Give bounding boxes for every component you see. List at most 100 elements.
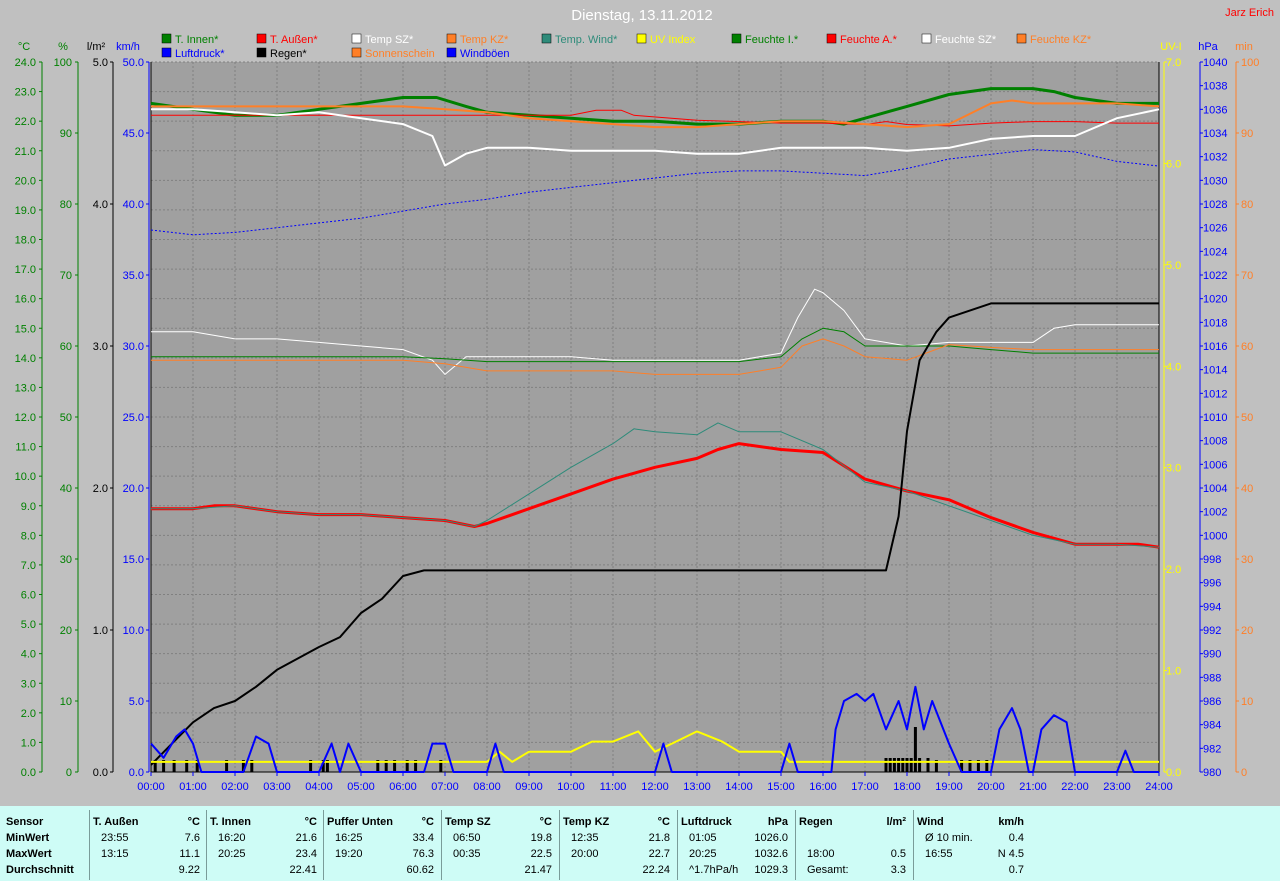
pressure-tick-label: 984 <box>1203 720 1221 732</box>
temp-tick-label: 12.0 <box>15 412 36 424</box>
rain-tick-label: 3.0 <box>93 341 108 353</box>
stats-value: 9.22 <box>178 864 200 876</box>
stats-time: 16:55 <box>925 848 953 860</box>
temp-tick-label: 15.0 <box>15 323 36 335</box>
time-tick-label: 00:00 <box>137 781 165 793</box>
weather-chart: Dienstag, 13.11.2012 Jarz Erich T. Innen… <box>15 7 1274 793</box>
sun-tick-label: 80 <box>1241 199 1253 211</box>
rain-tick-label: 4.0 <box>93 199 108 211</box>
row-label-avg: Durchschnitt <box>6 864 74 876</box>
pressure-tick-label: 1020 <box>1203 294 1227 306</box>
temp-tick-label: 17.0 <box>15 264 36 276</box>
stats-sensor-name: Regen <box>799 816 833 828</box>
stats-value: 1032.6 <box>754 848 788 860</box>
legend-swatch <box>446 33 457 44</box>
time-tick-label: 13:00 <box>683 781 711 793</box>
pressure-tick-label: 988 <box>1203 672 1221 684</box>
stats-unit: l/m² <box>886 816 906 828</box>
rain-tick-label: 5.0 <box>93 57 108 69</box>
stats-time: 01:05 <box>689 832 717 844</box>
sun-tick-label: 20 <box>1241 625 1253 637</box>
time-tick-label: 07:00 <box>431 781 459 793</box>
legend-swatch <box>351 47 362 58</box>
legend-swatch <box>161 33 172 44</box>
legend-label: Temp. Wind* <box>555 34 618 46</box>
time-tick-label: 10:00 <box>557 781 585 793</box>
stats-value: 7.6 <box>184 832 200 844</box>
wind-tick-label: 10.0 <box>123 625 144 637</box>
pressure-tick-label: 996 <box>1203 578 1221 590</box>
rain-bar <box>884 758 888 772</box>
legend-label: Feuchte I.* <box>745 34 799 46</box>
temp-tick-label: 9.0 <box>21 501 36 513</box>
stats-value: 22.41 <box>289 864 317 876</box>
stats-value: 1026.0 <box>754 832 788 844</box>
wind-tick-label: 20.0 <box>123 483 144 495</box>
uv-tick-label: 2.0 <box>1166 564 1181 576</box>
time-tick-label: 18:00 <box>893 781 921 793</box>
time-tick-label: 19:00 <box>935 781 963 793</box>
stats-value: 0.4 <box>1008 832 1024 844</box>
author-label: Jarz Erich <box>1225 7 1274 19</box>
stats-value: 3.3 <box>890 864 906 876</box>
rain-bar <box>909 758 913 772</box>
stats-sensor-name: Temp SZ <box>445 816 491 828</box>
legend-swatch <box>826 33 837 44</box>
stats-time: Ø 10 min. <box>925 832 973 844</box>
pressure-tick-label: 986 <box>1203 696 1221 708</box>
stats-unit: °C <box>187 816 200 828</box>
stats-value: 21.6 <box>295 832 317 844</box>
stats-time: 12:35 <box>571 832 599 844</box>
time-tick-label: 01:00 <box>179 781 207 793</box>
time-tick-label: 05:00 <box>347 781 375 793</box>
temp-tick-label: 2.0 <box>21 708 36 720</box>
rain-axis-unit: l/m² <box>87 41 106 53</box>
stats-value: 33.4 <box>412 832 434 844</box>
pressure-tick-label: 982 <box>1203 743 1221 755</box>
wind-tick-label: 40.0 <box>123 199 144 211</box>
stats-sensor-name: Wind <box>917 816 944 828</box>
pressure-tick-label: 1012 <box>1203 388 1227 400</box>
stats-value: 60.62 <box>406 864 434 876</box>
stats-value: 22.7 <box>648 848 670 860</box>
stats-value: 11.1 <box>179 848 200 860</box>
hum-tick-label: 30 <box>60 554 72 566</box>
sun-tick-label: 90 <box>1241 128 1253 140</box>
stats-time: 00:35 <box>453 848 481 860</box>
time-tick-label: 20:00 <box>977 781 1005 793</box>
sun-tick-label: 50 <box>1241 412 1253 424</box>
stats-unit: km/h <box>998 816 1024 828</box>
stats-time: 16:25 <box>335 832 363 844</box>
time-tick-label: 21:00 <box>1019 781 1047 793</box>
temp-tick-label: 23.0 <box>15 87 36 99</box>
rain-tick-label: 1.0 <box>93 625 108 637</box>
sun-tick-label: 0 <box>1241 767 1247 779</box>
stats-time: Gesamt: <box>807 864 849 876</box>
row-label-sensor: Sensor <box>6 816 44 828</box>
time-tick-label: 23:00 <box>1103 781 1131 793</box>
temp-tick-label: 21.0 <box>15 146 36 158</box>
wind-axis-unit: km/h <box>116 41 140 53</box>
stats-time: 20:25 <box>689 848 717 860</box>
stats-time: 20:00 <box>571 848 599 860</box>
stats-unit: °C <box>657 816 670 828</box>
legend-label: Regen* <box>270 48 307 60</box>
rain-tick-label: 0.0 <box>93 767 108 779</box>
temp-tick-label: 10.0 <box>15 471 36 483</box>
time-tick-label: 03:00 <box>263 781 291 793</box>
sun-tick-label: 60 <box>1241 341 1253 353</box>
legend-label: Windböen <box>460 48 510 60</box>
stats-time: ^1.7hPa/h <box>689 864 739 876</box>
uv-tick-label: 1.0 <box>1166 666 1181 678</box>
stats-sensor-name: Puffer Unten <box>327 816 393 828</box>
stats-value: 23.4 <box>295 848 317 860</box>
chart-legend: T. Innen* T. Außen* Temp SZ* Temp KZ* Temp. … <box>161 33 1092 60</box>
pressure-tick-label: 1016 <box>1203 341 1227 353</box>
time-tick-label: 04:00 <box>305 781 333 793</box>
stats-sensor-name: Temp KZ <box>563 816 610 828</box>
legend-label: T. Außen* <box>270 34 318 46</box>
wind-tick-label: 30.0 <box>123 341 144 353</box>
uv-tick-label: 6.0 <box>1166 158 1181 170</box>
wind-tick-label: 0.0 <box>129 767 144 779</box>
wind-tick-label: 50.0 <box>123 57 144 69</box>
